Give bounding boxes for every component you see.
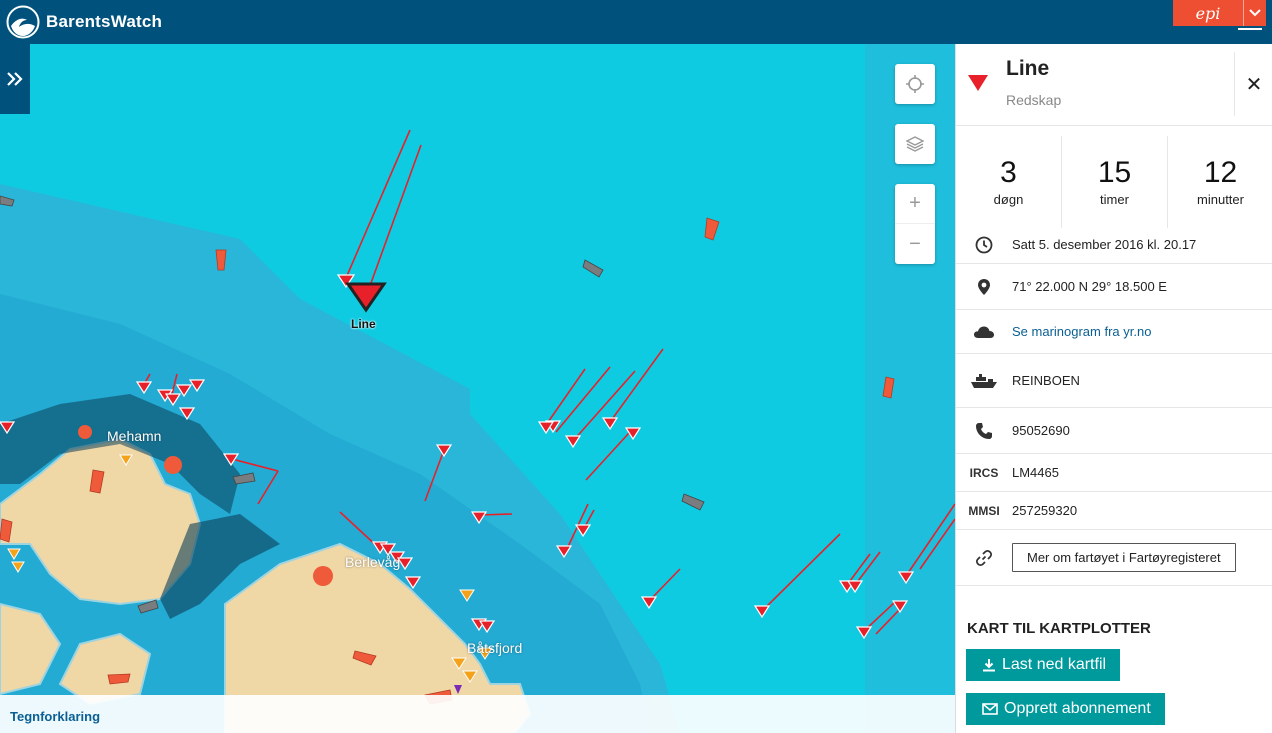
info-row-mmsi: MMSI 257259320 — [956, 492, 1272, 530]
detail-panel: Line Redskap ✕ 3 døgn 15 timer 12 minutt… — [955, 44, 1272, 733]
link-icon — [956, 549, 1012, 567]
mmsi-value: 257259320 — [1012, 503, 1078, 518]
info-row-position: 71° 22.000 N 29° 18.500 E — [956, 264, 1272, 310]
double-chevron-right-icon — [7, 72, 23, 86]
age-minutes-unit: minutter — [1197, 192, 1244, 207]
locate-control[interactable] — [895, 64, 935, 104]
vessel-name: REINBOEN — [1012, 373, 1080, 388]
age-hours: 15 timer — [1062, 136, 1168, 228]
age-minutes: 12 minutter — [1168, 136, 1272, 228]
info-row-weather: Se marinogram fra yr.no — [956, 310, 1272, 354]
legend-link[interactable]: Tegnforklaring — [10, 709, 100, 724]
location-pin-icon — [956, 278, 1012, 296]
subscribe-button[interactable]: Opprett abonnement — [966, 693, 1165, 725]
envelope-icon — [982, 703, 998, 715]
info-row-ircs: IRCS LM4465 — [956, 454, 1272, 492]
ircs-label: IRCS — [969, 465, 999, 480]
expand-drawer-button[interactable] — [0, 44, 30, 114]
menu-icon[interactable] — [1238, 28, 1262, 32]
info-row-vessel: REINBOEN — [956, 354, 1272, 408]
section-title-chartplotter: KART TIL KARTPLOTTER — [967, 620, 1151, 637]
place-label-berlevag: Berlevåg — [345, 554, 401, 570]
mmsi-label: MMSI — [968, 503, 1000, 518]
register-button[interactable]: Mer om fartøyet i Fartøyregisteret — [1012, 543, 1236, 572]
close-icon: ✕ — [1245, 73, 1263, 96]
partner-badge[interactable]: epi — [1173, 0, 1266, 26]
age-display: 3 døgn 15 timer 12 minutter — [956, 136, 1272, 228]
place-label-batsfjord: Båtsfjord — [467, 640, 523, 656]
map[interactable]: Mehamn Berlevåg Båtsfjord Line + − Tegnf… — [0, 44, 955, 733]
download-chart-button[interactable]: Last ned kartfil — [966, 649, 1121, 681]
ircs-value: LM4465 — [1012, 465, 1059, 480]
age-days-unit: døgn — [993, 192, 1024, 207]
info-row-register: Mer om fartøyet i Fartøyregisteret — [956, 530, 1272, 586]
gear-marker-icon — [968, 75, 988, 91]
age-hours-unit: timer — [1100, 192, 1129, 207]
legend-bar: Tegnforklaring — [0, 695, 955, 733]
panel-header: Line Redskap ✕ — [956, 44, 1272, 126]
datetime-text: Satt 5. desember 2016 kl. 20.17 — [1012, 237, 1197, 252]
panel-subtitle: Redskap — [1006, 92, 1062, 108]
barentswatch-logo-icon — [6, 5, 40, 39]
crosshair-icon[interactable] — [895, 64, 935, 104]
layers-control[interactable] — [895, 124, 935, 164]
clock-icon — [956, 236, 1012, 254]
subscribe-label: Opprett abonnement — [1004, 700, 1151, 717]
selected-vessel-label: Line — [351, 317, 376, 331]
layers-icon[interactable] — [895, 124, 935, 164]
download-icon — [983, 659, 995, 672]
panel-title: Line — [1006, 57, 1050, 80]
top-bar: BarentsWatch epi — [0, 0, 1272, 44]
brand-name: BarentsWatch — [46, 12, 163, 31]
age-days-value: 3 — [1000, 156, 1017, 189]
zoom-control: + − — [895, 184, 935, 264]
zoom-out-button[interactable]: − — [895, 224, 935, 264]
ship-icon — [956, 373, 1012, 389]
phone-number[interactable]: 95052690 — [1012, 423, 1070, 438]
place-label-mehamn: Mehamn — [107, 428, 162, 444]
map-canvas[interactable] — [0, 44, 955, 733]
info-row-datetime: Satt 5. desember 2016 kl. 20.17 — [956, 226, 1272, 264]
info-row-phone: 95052690 — [956, 408, 1272, 454]
download-chart-label: Last ned kartfil — [1002, 656, 1107, 673]
age-minutes-value: 12 — [1203, 156, 1238, 189]
cloud-icon — [956, 325, 1012, 339]
age-days: 3 døgn — [956, 136, 1062, 228]
chevron-down-icon[interactable] — [1243, 0, 1266, 26]
position-text: 71° 22.000 N 29° 18.500 E — [1012, 279, 1167, 294]
partner-logo: epi — [1195, 3, 1221, 23]
close-button[interactable]: ✕ — [1234, 52, 1272, 116]
age-hours-value: 15 — [1097, 156, 1132, 189]
weather-link[interactable]: Se marinogram fra yr.no — [1012, 324, 1151, 339]
phone-icon — [956, 422, 1012, 440]
zoom-in-button[interactable]: + — [895, 184, 935, 224]
brand[interactable]: BarentsWatch — [6, 5, 163, 39]
